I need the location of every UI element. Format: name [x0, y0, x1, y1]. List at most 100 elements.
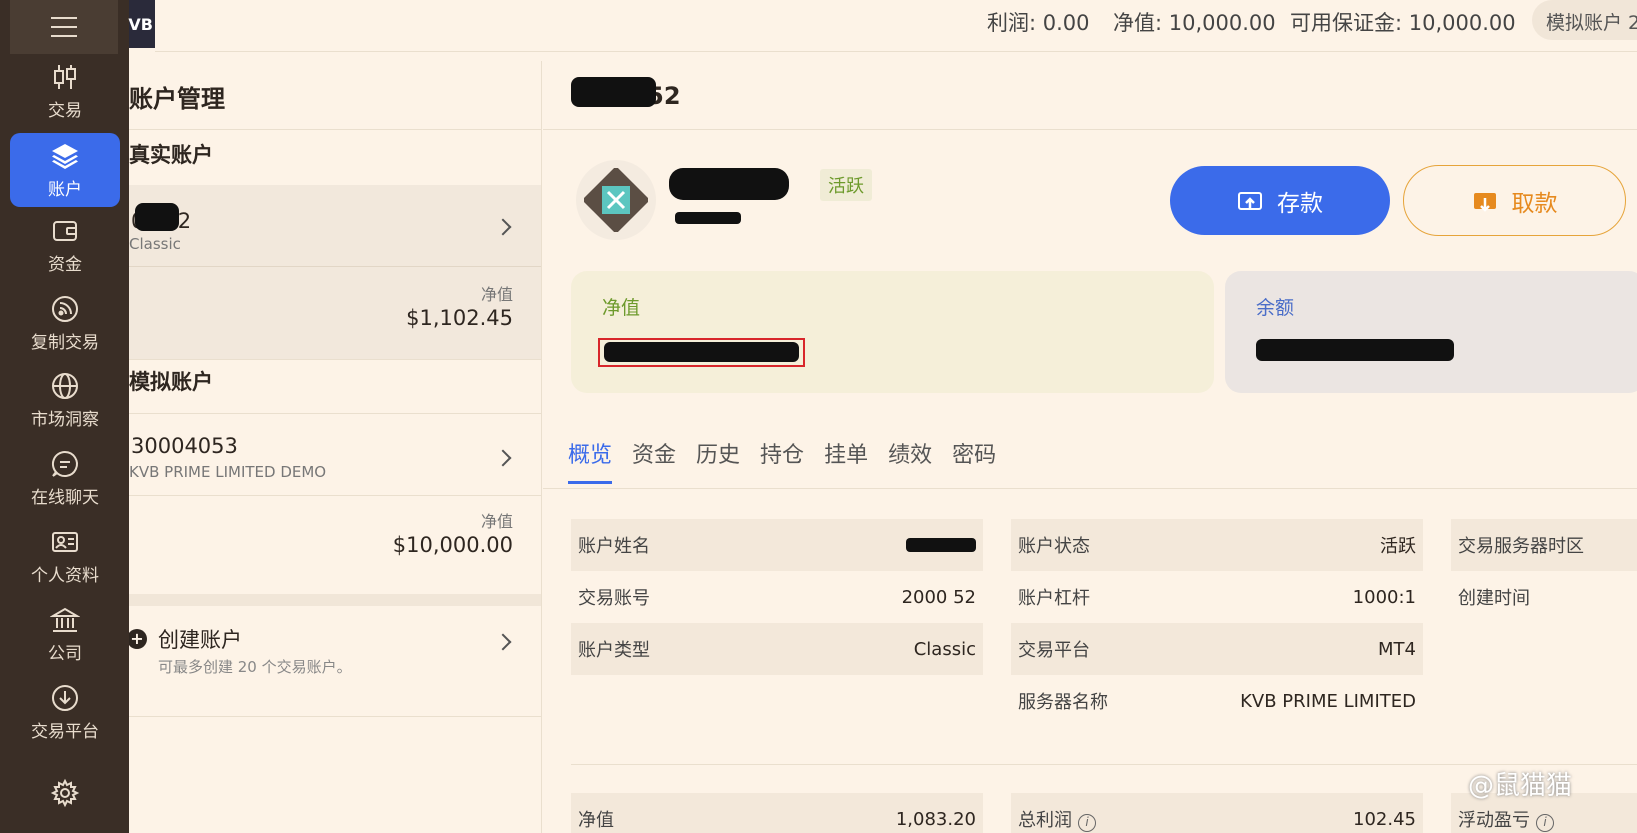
tab-overview[interactable]: 概览 — [568, 437, 613, 484]
nav-company[interactable]: 公司 — [10, 597, 120, 671]
nav-settings[interactable] — [10, 770, 120, 820]
row-label: 创建时间 — [1458, 588, 1530, 609]
detail-header: 2000 52 — [543, 52, 1637, 130]
divider — [129, 266, 541, 267]
account-avatar — [576, 160, 656, 240]
wallet-icon — [53, 220, 77, 241]
panel-title: 账户管理 — [129, 85, 225, 113]
redaction-mark — [906, 538, 976, 552]
free-margin-stat: 可用保证金: 10,000.00 — [1290, 11, 1516, 35]
equity-card-label: 净值 — [602, 297, 641, 319]
row-label: 浮动盈亏 — [1458, 810, 1530, 831]
row-label: 净值 — [578, 810, 614, 831]
watermark: @鼠猫猫 — [1468, 771, 1573, 801]
nav-market-insight-label: 市场洞察 — [31, 409, 99, 430]
candlestick-icon — [54, 64, 76, 89]
highlight-box — [598, 338, 805, 367]
divider — [129, 495, 541, 496]
redaction-mark — [571, 77, 656, 107]
tab-pending-orders[interactable]: 挂单 — [824, 437, 868, 484]
row-server-name: 服务器名称 KVB PRIME LIMITED — [1011, 675, 1423, 727]
real-account-card[interactable]: 0 352 Classic 净值 $1,102.45 — [129, 185, 541, 359]
row-label: 账户状态 — [1018, 536, 1090, 557]
chat-icon — [51, 450, 78, 477]
redaction-mark — [675, 212, 741, 224]
equity-stat: 净值: 10,000.00 — [1113, 11, 1276, 35]
demo-account-nv-value: $10,000.00 — [392, 533, 513, 557]
demo-account-card[interactable]: 30004053 KVB PRIME LIMITED DEMO 净值 $10,0… — [129, 414, 541, 579]
account-type-switcher[interactable]: 模拟账户 2 — [1532, 0, 1637, 40]
nav-account-label: 账户 — [48, 179, 82, 200]
nav-profile[interactable]: 个人资料 — [10, 519, 120, 593]
row-value: MT4 — [1378, 638, 1416, 660]
row-label: 交易账号 — [578, 588, 650, 609]
account-detail: 2000 52 20000 2 活跃 存款 取款 净值 余额 概览 资金 历史 … — [543, 52, 1637, 833]
row-value: 1,083.20 — [895, 808, 976, 830]
info-icon[interactable]: i — [1536, 814, 1554, 832]
tab-history[interactable]: 历史 — [696, 437, 740, 484]
nav-live-chat[interactable]: 在线聊天 — [10, 441, 120, 515]
row-label: 服务器名称 — [1018, 692, 1108, 713]
deposit-label: 存款 — [1277, 190, 1323, 217]
side-nav-rail: 交易 账户 资金 复制交易 市场洞察 在线聊天 个人资料 公司 交易平台 — [0, 0, 129, 833]
deposit-button[interactable]: 存款 — [1170, 166, 1390, 235]
deposit-icon — [1238, 191, 1262, 210]
tabs-divider — [543, 488, 1637, 489]
nav-trading-platform[interactable]: 交易平台 — [10, 675, 120, 749]
detail-tabs: 概览 资金 历史 持仓 挂单 绩效 密码 — [568, 437, 996, 484]
row-value: 2000 52 — [901, 586, 976, 608]
create-account-button[interactable]: + 创建账户 可最多创建 20 个交易账户。 — [129, 606, 541, 696]
tab-funds[interactable]: 资金 — [632, 437, 676, 484]
bank-icon — [50, 607, 80, 632]
row-value: 活跃 — [1380, 536, 1416, 557]
nav-trade-label: 交易 — [48, 100, 82, 121]
row-value: Classic — [913, 638, 976, 660]
row-created-time: 创建时间 — [1451, 571, 1637, 623]
withdraw-button[interactable]: 取款 — [1403, 165, 1626, 236]
info-icon[interactable]: i — [1078, 814, 1096, 832]
row-server-timezone: 交易服务器时区 — [1451, 519, 1637, 571]
nav-account[interactable]: 账户 — [10, 133, 120, 207]
nav-funds[interactable]: 资金 — [10, 208, 120, 282]
profit-stat: 利润: 0.00 — [987, 11, 1090, 35]
row-value: 1000:1 — [1352, 586, 1416, 608]
nav-profile-label: 个人资料 — [31, 565, 99, 586]
nav-copy-trading[interactable]: 复制交易 — [10, 286, 120, 360]
nav-trade[interactable]: 交易 — [10, 54, 120, 128]
real-account-nv-label: 净值 — [480, 285, 513, 304]
equity-card: 净值 — [571, 271, 1214, 393]
nav-copy-trading-label: 复制交易 — [31, 332, 99, 353]
status-badge: 活跃 — [820, 169, 872, 201]
account-list-panel: 账户管理 真实账户 0 352 Classic 净值 $1,102.45 模拟账… — [129, 61, 542, 833]
row-label: 总利润 — [1018, 810, 1072, 831]
withdraw-label: 取款 — [1511, 190, 1558, 217]
top-status-bar: 利润: 0.00 净值: 10,000.00 可用保证金: 10,000.00 — [155, 0, 1637, 52]
create-account-title: 创建账户 — [158, 628, 242, 652]
hamburger-menu-button[interactable] — [10, 0, 118, 54]
account-logo-icon — [584, 168, 648, 232]
id-card-icon — [52, 531, 78, 552]
row-account-type: 账户类型 Classic — [571, 623, 983, 675]
download-icon — [52, 684, 78, 711]
row-equity: 净值 1,083.20 — [571, 793, 983, 833]
real-account-type: Classic — [129, 235, 181, 253]
tab-performance[interactable]: 绩效 — [888, 437, 932, 484]
row-account-name: 账户姓名 — [571, 519, 983, 571]
brand-logo[interactable]: VB — [128, 0, 155, 48]
balance-card-label: 余额 — [1256, 297, 1295, 319]
divider — [129, 129, 541, 130]
redaction-mark — [135, 203, 179, 231]
nav-live-chat-label: 在线聊天 — [31, 487, 99, 508]
nav-market-insight[interactable]: 市场洞察 — [10, 363, 120, 437]
tab-password[interactable]: 密码 — [952, 437, 996, 484]
chevron-right-icon — [494, 449, 512, 467]
row-label: 账户姓名 — [578, 536, 650, 557]
demo-accounts-heading: 模拟账户 — [129, 370, 213, 394]
redaction-mark — [1256, 339, 1454, 361]
chevron-right-icon — [494, 218, 512, 236]
row-value: 102.45 — [1353, 808, 1416, 830]
tab-positions[interactable]: 持仓 — [760, 437, 804, 484]
brand-logo-text: VB — [128, 14, 153, 34]
row-label: 账户类型 — [578, 640, 650, 661]
create-account-hint: 可最多创建 20 个交易账户。 — [158, 658, 352, 676]
